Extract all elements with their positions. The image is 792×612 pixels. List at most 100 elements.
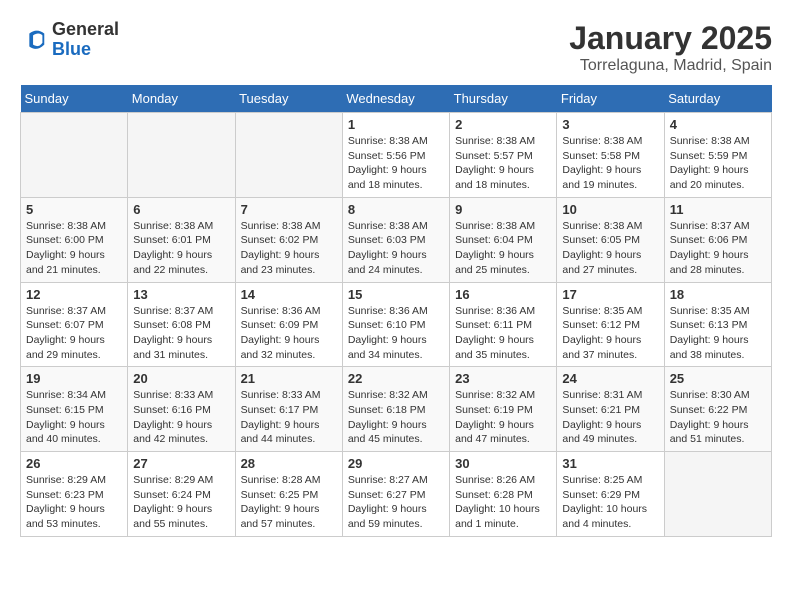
logo: General Blue (20, 20, 119, 60)
day-info: Sunrise: 8:36 AM Sunset: 6:10 PM Dayligh… (348, 304, 444, 363)
calendar-cell: 7 Sunrise: 8:38 AM Sunset: 6:02 PM Daylig… (235, 197, 342, 282)
day-number: 18 (670, 287, 766, 302)
day-number: 6 (133, 202, 229, 217)
calendar-cell: 24Sunrise: 8:31 AM Sunset: 6:21 PM Dayli… (557, 367, 664, 452)
calendar-cell: 3 Sunrise: 8:38 AM Sunset: 5:58 PM Daylig… (557, 113, 664, 198)
calendar-cell: 28Sunrise: 8:28 AM Sunset: 6:25 PM Dayli… (235, 452, 342, 537)
day-number: 20 (133, 371, 229, 386)
day-info: Sunrise: 8:27 AM Sunset: 6:27 PM Dayligh… (348, 473, 444, 532)
calendar-cell: 13 Sunrise: 8:37 AM Sunset: 6:08 PM Dayli… (128, 282, 235, 367)
calendar-cell (235, 113, 342, 198)
day-number: 3 (562, 117, 658, 132)
day-number: 2 (455, 117, 551, 132)
day-info: Sunrise: 8:37 AM Sunset: 6:06 PM Dayligh… (670, 219, 766, 278)
day-number: 7 (241, 202, 337, 217)
page-header: General Blue January 2025 Torrelaguna, M… (20, 20, 772, 75)
day-info: Sunrise: 8:36 AM Sunset: 6:09 PM Dayligh… (241, 304, 337, 363)
calendar-cell: 9 Sunrise: 8:38 AM Sunset: 6:04 PM Daylig… (450, 197, 557, 282)
calendar-cell: 2 Sunrise: 8:38 AM Sunset: 5:57 PM Daylig… (450, 113, 557, 198)
title-block: January 2025 Torrelaguna, Madrid, Spain (569, 20, 772, 75)
day-number: 8 (348, 202, 444, 217)
day-info: Sunrise: 8:33 AM Sunset: 6:17 PM Dayligh… (241, 388, 337, 447)
day-info: Sunrise: 8:38 AM Sunset: 6:03 PM Dayligh… (348, 219, 444, 278)
day-number: 4 (670, 117, 766, 132)
calendar-subtitle: Torrelaguna, Madrid, Spain (569, 57, 772, 75)
calendar-cell: 11 Sunrise: 8:37 AM Sunset: 6:06 PM Dayli… (664, 197, 771, 282)
day-number: 30 (455, 456, 551, 471)
calendar-cell (128, 113, 235, 198)
calendar-week-row: 12 Sunrise: 8:37 AM Sunset: 6:07 PM Dayli… (21, 282, 772, 367)
calendar-week-row: 19 Sunrise: 8:34 AM Sunset: 6:15 PM Dayli… (21, 367, 772, 452)
day-number: 1 (348, 117, 444, 132)
day-info: Sunrise: 8:38 AM Sunset: 6:02 PM Dayligh… (241, 219, 337, 278)
calendar-cell: 5Sunrise: 8:38 AM Sunset: 6:00 PM Daylig… (21, 197, 128, 282)
day-number: 9 (455, 202, 551, 217)
day-info: Sunrise: 8:36 AM Sunset: 6:11 PM Dayligh… (455, 304, 551, 363)
day-number: 23 (455, 371, 551, 386)
calendar-cell: 8 Sunrise: 8:38 AM Sunset: 6:03 PM Daylig… (342, 197, 449, 282)
calendar-cell: 10 Sunrise: 8:38 AM Sunset: 6:05 PM Dayli… (557, 197, 664, 282)
calendar-cell: 20 Sunrise: 8:33 AM Sunset: 6:16 PM Dayli… (128, 367, 235, 452)
day-info: Sunrise: 8:29 AM Sunset: 6:23 PM Dayligh… (26, 473, 122, 532)
day-number: 27 (133, 456, 229, 471)
day-number: 14 (241, 287, 337, 302)
day-number: 13 (133, 287, 229, 302)
calendar-cell: 31 Sunrise: 8:25 AM Sunset: 6:29 PM Dayli… (557, 452, 664, 537)
day-info: Sunrise: 8:38 AM Sunset: 5:58 PM Dayligh… (562, 134, 658, 193)
day-number: 21 (241, 371, 337, 386)
calendar-week-row: 5Sunrise: 8:38 AM Sunset: 6:00 PM Daylig… (21, 197, 772, 282)
calendar-cell: 6Sunrise: 8:38 AM Sunset: 6:01 PM Daylig… (128, 197, 235, 282)
day-info: Sunrise: 8:35 AM Sunset: 6:12 PM Dayligh… (562, 304, 658, 363)
day-info: Sunrise: 8:35 AM Sunset: 6:13 PM Dayligh… (670, 304, 766, 363)
calendar-cell: 25 Sunrise: 8:30 AM Sunset: 6:22 PM Dayli… (664, 367, 771, 452)
calendar-cell: 16Sunrise: 8:36 AM Sunset: 6:11 PM Dayli… (450, 282, 557, 367)
calendar-header-saturday: Saturday (664, 85, 771, 113)
day-info: Sunrise: 8:25 AM Sunset: 6:29 PM Dayligh… (562, 473, 658, 532)
day-info: Sunrise: 8:38 AM Sunset: 5:59 PM Dayligh… (670, 134, 766, 193)
calendar-cell: 27Sunrise: 8:29 AM Sunset: 6:24 PM Dayli… (128, 452, 235, 537)
day-number: 29 (348, 456, 444, 471)
day-info: Sunrise: 8:26 AM Sunset: 6:28 PM Dayligh… (455, 473, 551, 532)
day-number: 31 (562, 456, 658, 471)
calendar-cell: 1 Sunrise: 8:38 AM Sunset: 5:56 PM Daylig… (342, 113, 449, 198)
calendar-title: January 2025 (569, 20, 772, 57)
logo-text: General Blue (52, 20, 119, 60)
day-number: 25 (670, 371, 766, 386)
calendar-table: SundayMondayTuesdayWednesdayThursdayFrid… (20, 85, 772, 537)
calendar-header-wednesday: Wednesday (342, 85, 449, 113)
calendar-week-row: 26 Sunrise: 8:29 AM Sunset: 6:23 PM Dayli… (21, 452, 772, 537)
day-info: Sunrise: 8:34 AM Sunset: 6:15 PM Dayligh… (26, 388, 122, 447)
calendar-cell: 12 Sunrise: 8:37 AM Sunset: 6:07 PM Dayli… (21, 282, 128, 367)
day-info: Sunrise: 8:37 AM Sunset: 6:07 PM Dayligh… (26, 304, 122, 363)
calendar-cell: 17Sunrise: 8:35 AM Sunset: 6:12 PM Dayli… (557, 282, 664, 367)
calendar-header-sunday: Sunday (21, 85, 128, 113)
day-number: 19 (26, 371, 122, 386)
calendar-header-thursday: Thursday (450, 85, 557, 113)
day-number: 10 (562, 202, 658, 217)
day-info: Sunrise: 8:33 AM Sunset: 6:16 PM Dayligh… (133, 388, 229, 447)
day-number: 24 (562, 371, 658, 386)
calendar-cell: 19 Sunrise: 8:34 AM Sunset: 6:15 PM Dayli… (21, 367, 128, 452)
day-number: 12 (26, 287, 122, 302)
day-number: 5 (26, 202, 122, 217)
day-number: 11 (670, 202, 766, 217)
calendar-cell (21, 113, 128, 198)
day-info: Sunrise: 8:38 AM Sunset: 5:56 PM Dayligh… (348, 134, 444, 193)
day-info: Sunrise: 8:30 AM Sunset: 6:22 PM Dayligh… (670, 388, 766, 447)
calendar-cell: 21 Sunrise: 8:33 AM Sunset: 6:17 PM Dayli… (235, 367, 342, 452)
day-number: 26 (26, 456, 122, 471)
day-info: Sunrise: 8:32 AM Sunset: 6:19 PM Dayligh… (455, 388, 551, 447)
day-info: Sunrise: 8:38 AM Sunset: 6:05 PM Dayligh… (562, 219, 658, 278)
calendar-cell: 15 Sunrise: 8:36 AM Sunset: 6:10 PM Dayli… (342, 282, 449, 367)
calendar-cell: 18 Sunrise: 8:35 AM Sunset: 6:13 PM Dayli… (664, 282, 771, 367)
day-info: Sunrise: 8:37 AM Sunset: 6:08 PM Dayligh… (133, 304, 229, 363)
day-info: Sunrise: 8:38 AM Sunset: 6:04 PM Dayligh… (455, 219, 551, 278)
calendar-cell: 4 Sunrise: 8:38 AM Sunset: 5:59 PM Daylig… (664, 113, 771, 198)
calendar-cell: 29 Sunrise: 8:27 AM Sunset: 6:27 PM Dayli… (342, 452, 449, 537)
day-number: 28 (241, 456, 337, 471)
day-info: Sunrise: 8:38 AM Sunset: 5:57 PM Dayligh… (455, 134, 551, 193)
day-info: Sunrise: 8:32 AM Sunset: 6:18 PM Dayligh… (348, 388, 444, 447)
calendar-week-row: 1 Sunrise: 8:38 AM Sunset: 5:56 PM Daylig… (21, 113, 772, 198)
day-number: 15 (348, 287, 444, 302)
calendar-cell (664, 452, 771, 537)
